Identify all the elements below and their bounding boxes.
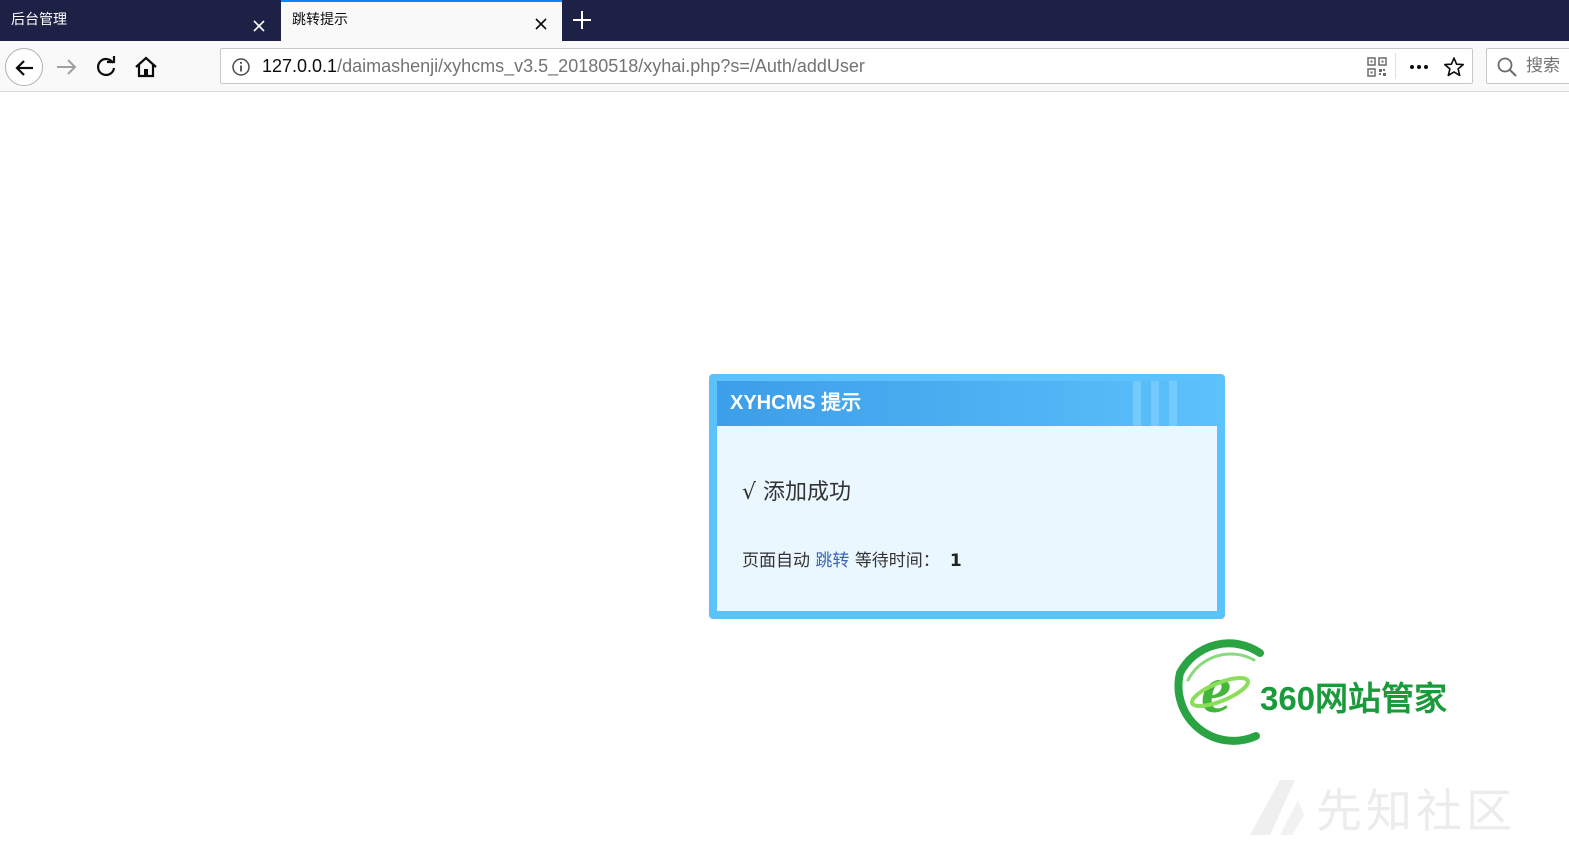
watermark: 先知社区 <box>1240 775 1569 845</box>
plus-icon[interactable] <box>570 8 594 32</box>
success-message: √ 添加成功 <box>742 480 852 505</box>
home-icon <box>135 56 157 78</box>
tab-label: 后台管理 <box>11 12 67 28</box>
qr-code-icon[interactable] <box>1367 57 1387 77</box>
message-header: XYHCMS 提示 <box>717 381 1217 426</box>
search-input[interactable]: 搜索 <box>1486 48 1569 84</box>
back-button[interactable] <box>5 48 43 86</box>
tab-label: 跳转提示 <box>292 12 348 28</box>
jump-link[interactable]: 跳转 <box>815 551 849 571</box>
search-icon <box>1496 56 1518 78</box>
countdown-value: 1 <box>949 551 962 571</box>
watermark-logo-icon <box>1250 780 1304 835</box>
navigation-toolbar: 127.0.0.1/daimashenji/xyhcms_v3.5_201805… <box>0 41 1569 92</box>
watermark-text: 先知社区 <box>1316 784 1516 838</box>
logo-text: 360网站管家 <box>1260 680 1448 717</box>
address-bar[interactable]: 127.0.0.1/daimashenji/xyhcms_v3.5_201805… <box>220 48 1473 84</box>
star-icon[interactable] <box>1443 56 1465 78</box>
forward-arrow-icon <box>57 59 77 75</box>
message-box: XYHCMS 提示 √ 添加成功 页面自动 跳转 等待时间： 1 <box>709 374 1225 619</box>
url-text[interactable]: 127.0.0.1/daimashenji/xyhcms_v3.5_201805… <box>262 49 865 83</box>
search-placeholder: 搜索 <box>1526 56 1560 76</box>
close-icon[interactable] <box>250 11 268 32</box>
url-host: 127.0.0.1 <box>262 56 338 76</box>
reload-icon <box>96 56 116 77</box>
home-button[interactable] <box>130 51 162 83</box>
header-decoration <box>1133 381 1193 426</box>
message-body: √ 添加成功 页面自动 跳转 等待时间： 1 <box>717 426 1217 611</box>
tab-redirect[interactable]: 跳转提示 <box>281 0 562 41</box>
wait-label: 等待时间： <box>854 551 940 571</box>
reload-button[interactable] <box>90 51 122 83</box>
close-icon[interactable] <box>532 11 550 30</box>
message-title: XYHCMS 提示 <box>730 392 862 414</box>
tab-admin[interactable]: 后台管理 <box>0 0 280 41</box>
ie-logo-icon: e <box>1174 639 1264 745</box>
info-icon[interactable] <box>231 57 251 77</box>
more-icon[interactable] <box>1407 57 1431 77</box>
wait-prefix: 页面自动 <box>742 551 810 571</box>
back-arrow-icon <box>15 60 33 76</box>
forward-button[interactable] <box>50 51 82 83</box>
tab-strip: 后台管理 跳转提示 <box>0 0 1569 41</box>
logo-360: e 360网站管家 <box>1168 628 1478 752</box>
redirect-notice: 页面自动 跳转 等待时间： 1 <box>742 546 962 571</box>
url-separator <box>1395 53 1396 79</box>
url-path: /daimashenji/xyhcms_v3.5_20180518/xyhai.… <box>337 56 865 76</box>
